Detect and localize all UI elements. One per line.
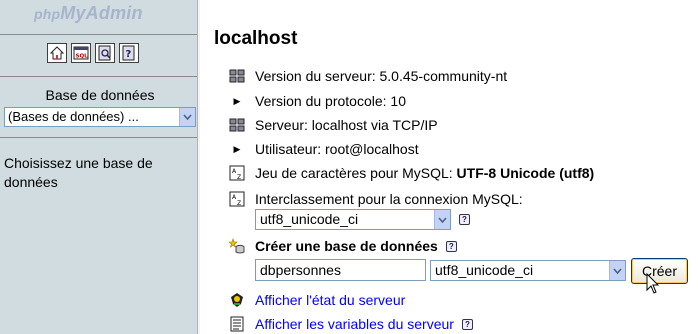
server-version-text: Version du serveur: 5.0.45-community-nt — [255, 68, 508, 84]
main-frame: localhost Version du serveur: 5.0.45-com… — [201, 0, 698, 334]
charset-icon: AZ — [229, 165, 245, 181]
server-variables-link[interactable]: Afficher les variables du serveur — [255, 316, 454, 332]
help-icon[interactable]: ? — [461, 318, 473, 330]
new-database-icon — [229, 238, 245, 254]
query-window-icon[interactable] — [95, 43, 115, 63]
bullet-arrow-icon: ▶ — [233, 95, 241, 106]
database-select[interactable]: (Bases de données) ... — [4, 107, 196, 127]
protocol-version-row: ▶ Version du protocole: 10 — [229, 93, 406, 109]
mouse-cursor-icon — [646, 273, 660, 294]
status-icon — [229, 292, 245, 308]
new-database-name-value: dbpersonnes — [260, 262, 341, 278]
variables-icon — [229, 316, 245, 332]
server-icon — [229, 68, 245, 84]
navigation-frame: phpMyAdmin SQL ? Base de données (Bases … — [0, 0, 200, 334]
logo-php-text: php — [34, 6, 61, 22]
collation-select[interactable]: utf8_unicode_ci — [255, 209, 451, 230]
svg-text:?: ? — [126, 49, 132, 60]
page-title: localhost — [214, 28, 298, 49]
database-label: Base de données — [45, 87, 155, 103]
nav-icon-bar: SQL ? — [47, 43, 139, 63]
help-icon[interactable]: ? — [459, 214, 470, 225]
collation-icon: AZ — [229, 191, 245, 207]
server-status-link[interactable]: Afficher l'état du serveur — [255, 292, 405, 308]
collation-select-value: utf8_unicode_ci — [260, 211, 359, 227]
svg-text:Z: Z — [237, 200, 241, 207]
protocol-version-text: Version du protocole: 10 — [255, 93, 406, 109]
server-variables-row: Afficher les variables du serveur ? — [229, 316, 473, 332]
server-text: Serveur: localhost via TCP/IP — [255, 117, 438, 133]
chevron-down-icon[interactable] — [609, 261, 625, 280]
frame-divider[interactable] — [197, 0, 200, 334]
nav-separator — [0, 76, 197, 77]
database-select-value: (Bases de données) ... — [8, 109, 139, 124]
charset-row: AZ Jeu de caractères pour MySQL: UTF-8 U… — [229, 165, 594, 181]
user-text: Utilisateur: root@localhost — [255, 141, 419, 157]
server-icon — [229, 117, 245, 133]
nav-separator — [0, 34, 197, 35]
charset-label: Jeu de caractères pour MySQL: — [255, 165, 453, 181]
collation-label: Interclassement pour la connexion MySQL: — [255, 191, 523, 207]
phpmyadmin-logo[interactable]: phpMyAdmin — [34, 3, 143, 24]
new-database-name-input[interactable]: dbpersonnes — [255, 259, 426, 281]
documentation-icon[interactable]: ? — [119, 43, 139, 63]
user-row: ▶ Utilisateur: root@localhost — [229, 141, 419, 157]
server-version-row: Version du serveur: 5.0.45-community-nt — [229, 68, 507, 84]
create-db-label: Créer une base de données — [255, 238, 438, 254]
sql-icon[interactable]: SQL — [71, 43, 91, 63]
server-status-row: Afficher l'état du serveur — [229, 292, 405, 308]
charset-value: UTF-8 Unicode (utf8) — [456, 165, 595, 181]
svg-text:SQL: SQL — [76, 54, 89, 60]
bullet-arrow-icon: ▶ — [233, 143, 241, 154]
home-icon[interactable] — [47, 43, 67, 63]
new-database-collation-select[interactable]: utf8_unicode_ci — [430, 260, 626, 281]
new-database-collation-value: utf8_unicode_ci — [435, 262, 534, 278]
chevron-down-icon[interactable] — [434, 210, 450, 229]
collation-row: AZ Interclassement pour la connexion MyS… — [229, 191, 523, 207]
choose-database-hint: Choisissez une base de données — [4, 155, 153, 190]
server-row: Serveur: localhost via TCP/IP — [229, 117, 438, 133]
help-icon[interactable]: ? — [445, 240, 457, 252]
chevron-down-icon[interactable] — [179, 108, 195, 126]
nav-separator — [0, 137, 197, 138]
logo-myadmin-text: MyAdmin — [60, 3, 143, 23]
svg-text:Z: Z — [237, 174, 241, 181]
create-db-row: Créer une base de données ? — [229, 238, 457, 254]
